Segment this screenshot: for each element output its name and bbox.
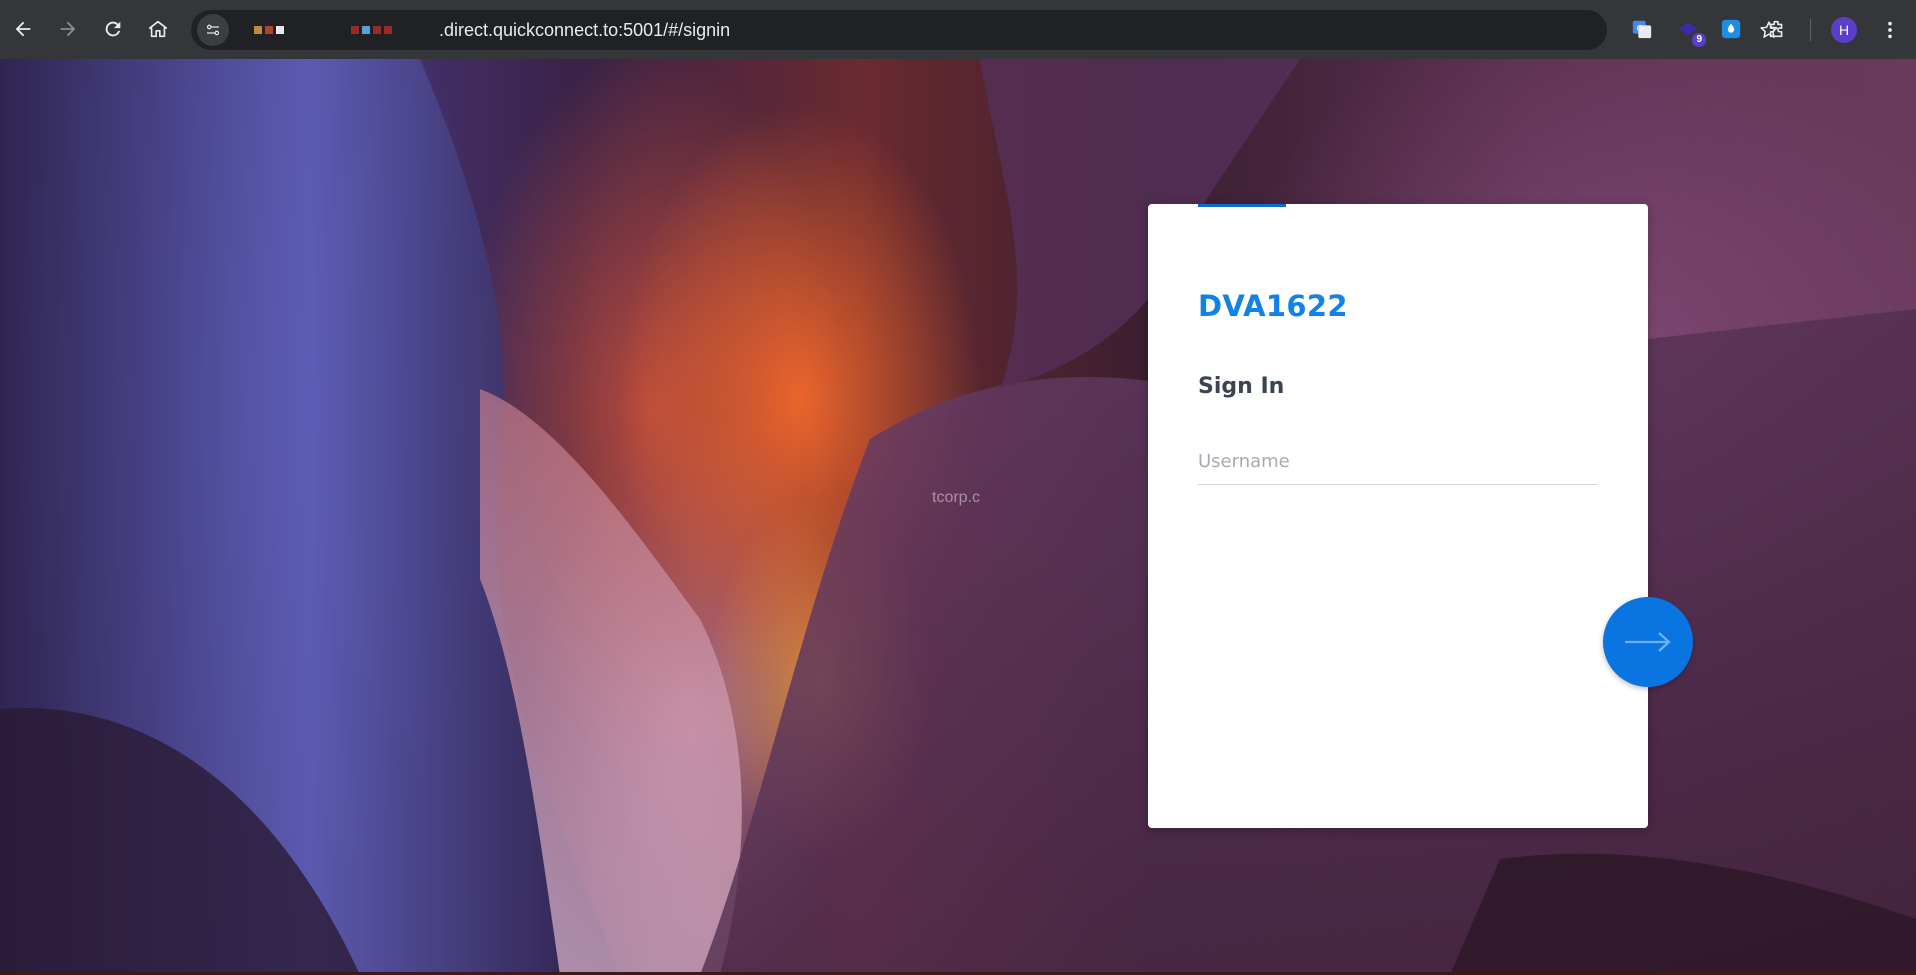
site-info-icon bbox=[206, 24, 220, 36]
arrow-right-icon bbox=[1625, 632, 1671, 652]
reload-button[interactable] bbox=[96, 12, 130, 46]
extension-badge: 9 bbox=[1692, 33, 1706, 47]
signin-page: tcorp.c DVA1622 Sign In bbox=[0, 59, 1916, 975]
toolbar-divider bbox=[1810, 19, 1811, 41]
signin-title: Sign In bbox=[1198, 374, 1285, 399]
username-input[interactable] bbox=[1198, 439, 1598, 485]
redacted-url-part bbox=[254, 24, 284, 36]
google-translate-icon: G bbox=[1632, 20, 1652, 39]
site-info-button[interactable] bbox=[197, 14, 229, 46]
dropper-icon bbox=[1721, 19, 1741, 39]
url-text: .direct.quickconnect.to:5001/#/signin bbox=[439, 20, 731, 40]
redacted-url-part bbox=[351, 24, 392, 36]
next-button[interactable] bbox=[1603, 597, 1693, 687]
address-bar[interactable]: .direct.quickconnect.to:5001/#/signin bbox=[191, 10, 1778, 50]
translate-extension[interactable]: G bbox=[1628, 15, 1656, 43]
home-icon bbox=[148, 20, 168, 38]
reload-icon bbox=[105, 21, 121, 37]
extension-with-badge[interactable]: 9 bbox=[1674, 15, 1706, 47]
device-name: DVA1622 bbox=[1198, 289, 1348, 323]
forward-button[interactable] bbox=[51, 12, 85, 46]
browser-menu-button[interactable] bbox=[1876, 14, 1904, 46]
back-button[interactable] bbox=[6, 12, 40, 46]
dropper-extension[interactable] bbox=[1717, 15, 1745, 43]
watermark-text: tcorp.c bbox=[932, 489, 981, 506]
svg-text:G: G bbox=[1637, 23, 1643, 33]
kebab-menu-icon bbox=[1888, 21, 1892, 39]
login-card: DVA1622 Sign In bbox=[1148, 204, 1648, 828]
puzzle-icon bbox=[1769, 20, 1783, 38]
browser-toolbar: .direct.quickconnect.to:5001/#/signin G … bbox=[0, 0, 1916, 59]
forward-icon bbox=[60, 21, 76, 37]
profile-avatar[interactable]: H bbox=[1831, 17, 1857, 43]
card-accent-bar bbox=[1198, 204, 1286, 207]
extensions-button[interactable] bbox=[1763, 15, 1791, 43]
home-button[interactable] bbox=[141, 12, 175, 46]
back-icon bbox=[15, 21, 31, 37]
